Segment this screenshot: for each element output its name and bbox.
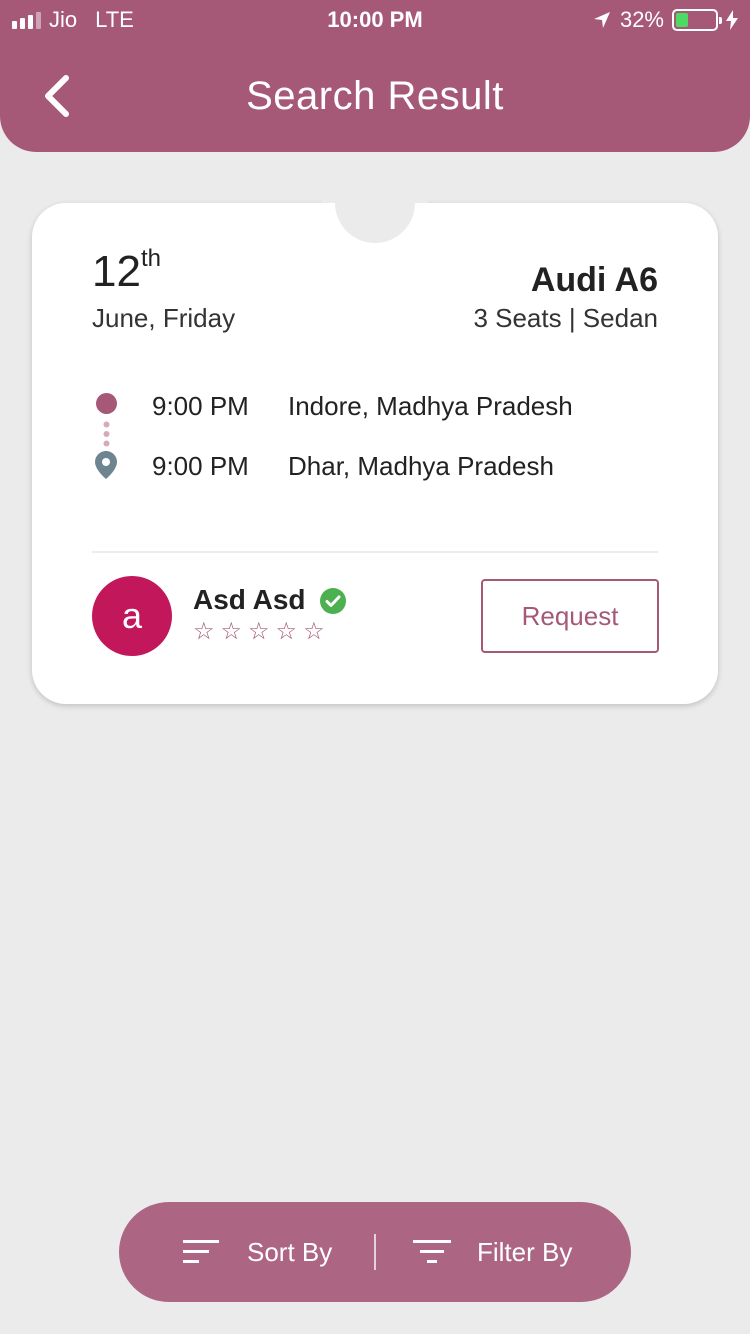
star-outline-icon: ☆ [275,618,298,645]
pickup-dot-icon [96,393,117,414]
sort-icon [183,1240,219,1263]
driver-name: Asd Asd [193,584,306,615]
battery-icon [672,9,722,31]
sort-label: Sort By [247,1236,333,1267]
location-pin-icon [95,451,117,479]
star-outline-icon: ☆ [248,618,270,645]
driver-rating: ☆ ☆ ☆ ☆ ☆ [193,617,325,647]
driver-avatar: a [92,576,172,656]
drop-time: 9:00 PM [152,451,249,481]
location-arrow-icon [593,12,610,28]
filter-label: Filter By [477,1236,573,1267]
ride-date-day: 12th [92,245,161,296]
request-button[interactable]: Request [481,579,659,653]
star-outline-icon: ☆ [193,618,215,645]
star-outline-icon: ☆ [303,618,325,645]
pickup-location: Indore, Madhya Pradesh [288,391,573,421]
page-title: Search Result [246,74,504,118]
car-name: Audi A6 [530,261,658,299]
filter-icon [413,1240,451,1263]
card-divider [92,551,658,553]
ride-date-month-weekday: June, Friday [92,303,236,333]
card-notch [335,163,415,243]
pickup-time: 9:00 PM [152,391,249,421]
bar-separator [374,1234,376,1270]
verified-check-icon [320,588,346,614]
star-outline-icon: ☆ [220,618,243,645]
charging-bolt-icon [726,10,738,30]
sort-button[interactable]: Sort By [183,1226,332,1278]
app-header: Jio LTE 10:00 PM 32% Search Result [0,0,750,152]
date-suffix: th [140,245,161,273]
ride-card[interactable]: 12th June, Friday Audi A6 3 Seats | Seda… [32,163,718,704]
sort-filter-bar: Sort By Filter By [119,1202,631,1302]
drop-location: Dhar, Madhya Pradesh [288,451,554,481]
route-dots-icon [103,421,110,447]
status-bar: Jio LTE 10:00 PM 32% [0,0,750,40]
car-details: 3 Seats | Sedan [473,303,658,333]
filter-button[interactable]: Filter By [413,1226,572,1278]
battery-percent: 32% [619,7,664,32]
